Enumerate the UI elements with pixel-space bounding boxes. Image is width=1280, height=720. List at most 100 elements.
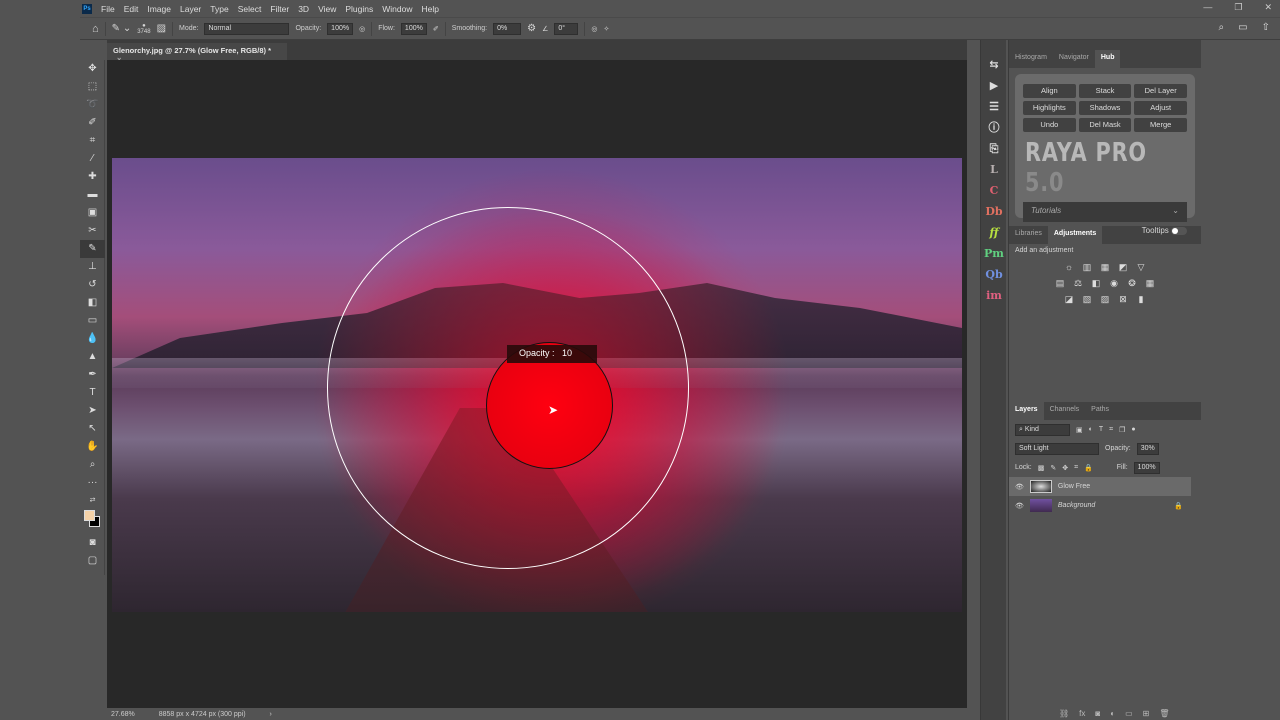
lock-artboard-icon[interactable]: ⌗: [1074, 464, 1078, 472]
menu-view[interactable]: View: [318, 4, 336, 14]
layer-name[interactable]: Glow Free: [1058, 483, 1090, 490]
add-mask-icon[interactable]: ◙: [1095, 709, 1100, 718]
shadows-button[interactable]: Shadows: [1078, 101, 1132, 115]
tab-libraries[interactable]: Libraries: [1009, 226, 1048, 244]
opacity-field[interactable]: 100%: [327, 22, 354, 35]
visibility-eye-icon[interactable]: 👁: [1015, 483, 1024, 491]
delete-layer-icon[interactable]: 🗑: [1159, 709, 1169, 718]
brush-preset-picker[interactable]: ● 3748: [137, 23, 150, 35]
filter-shape-icon[interactable]: ⌗: [1109, 426, 1113, 434]
stack-button[interactable]: Stack: [1078, 84, 1132, 98]
gradient-map-icon[interactable]: ▮: [1134, 294, 1148, 305]
dodge-tool-icon[interactable]: ▲: [80, 348, 105, 366]
brush-tool-icon[interactable]: ✎: [80, 240, 105, 258]
new-layer-icon[interactable]: ⊞: [1143, 709, 1150, 718]
scissors-icon[interactable]: ✂: [80, 222, 105, 240]
status-expand-icon[interactable]: ›: [270, 711, 272, 718]
layer-name[interactable]: Background: [1058, 502, 1168, 509]
quick-mask-icon[interactable]: ◙: [80, 534, 105, 552]
layer-row-glow-free[interactable]: 👁 Glow Free: [1009, 477, 1191, 496]
mode-select[interactable]: Normal: [204, 22, 290, 35]
type-tool-icon[interactable]: T: [80, 384, 105, 402]
filter-toggle-icon[interactable]: ●: [1131, 426, 1135, 433]
color-balance-icon[interactable]: ⚖: [1071, 278, 1085, 289]
lock-position-icon[interactable]: ✥: [1062, 464, 1068, 472]
quick-select-tool-icon[interactable]: ✐: [80, 114, 105, 132]
share-icon[interactable]: ⇧: [1262, 22, 1270, 33]
black-white-icon[interactable]: ◧: [1089, 278, 1103, 289]
search-icon[interactable]: ⌕: [1219, 22, 1225, 33]
threshold-icon[interactable]: ▨: [1098, 294, 1112, 305]
actions-play-icon[interactable]: ▶: [981, 75, 1007, 96]
undo-button[interactable]: Undo: [1023, 118, 1076, 132]
zoom-tool-icon[interactable]: ⌕: [80, 456, 105, 474]
blend-mode-select[interactable]: Soft Light: [1015, 442, 1099, 455]
document-tab[interactable]: Glenorchy.jpg @ 27.7% (Glow Free, RGB/8)…: [107, 43, 287, 64]
menu-select[interactable]: Select: [238, 4, 262, 14]
color-swatches[interactable]: [80, 510, 104, 534]
tab-hub[interactable]: Hub: [1094, 50, 1121, 68]
tab-navigator[interactable]: Navigator: [1053, 50, 1095, 68]
shape-tool-icon[interactable]: ↖: [80, 420, 105, 438]
vibrance-icon[interactable]: ▽: [1134, 262, 1148, 273]
crop-tool-icon[interactable]: ⌗: [80, 132, 105, 150]
brightness-icon[interactable]: ☼: [1062, 262, 1076, 273]
close-icon[interactable]: ✕: [1264, 2, 1272, 13]
visibility-eye-icon[interactable]: 👁: [1015, 502, 1024, 510]
photo-filter-icon[interactable]: ◉: [1107, 278, 1121, 289]
menu-edit[interactable]: Edit: [124, 4, 139, 14]
gear-icon[interactable]: ⚙: [527, 23, 536, 34]
invert-icon[interactable]: ◪: [1062, 294, 1076, 305]
menu-image[interactable]: Image: [147, 4, 171, 14]
layer-opacity-field[interactable]: 30%: [1136, 442, 1159, 455]
filter-smart-icon[interactable]: ❐: [1119, 426, 1125, 434]
marquee-tool-icon[interactable]: ⬚: [80, 78, 105, 96]
eraser-tool-icon[interactable]: ◧: [80, 294, 105, 312]
layer-row-background[interactable]: 👁 Background 🔒: [1009, 496, 1191, 515]
color-lookup-icon[interactable]: ▦: [1143, 278, 1157, 289]
plugin-pm-icon[interactable]: Pm: [981, 243, 1007, 264]
history-icon[interactable]: ⇆: [981, 54, 1007, 75]
gradient-tool-icon[interactable]: ▭: [80, 312, 105, 330]
channel-mixer-icon[interactable]: ❂: [1125, 278, 1139, 289]
home-icon[interactable]: ⌂: [92, 23, 99, 35]
pressure-size-icon[interactable]: ◎: [591, 25, 597, 33]
layer-kind-filter[interactable]: ⌕ Kind: [1015, 423, 1070, 436]
angle-field[interactable]: 0°: [554, 22, 579, 35]
tab-histogram[interactable]: Histogram: [1009, 50, 1053, 68]
object-select-icon[interactable]: ▣: [80, 204, 105, 222]
merge-button[interactable]: Merge: [1134, 118, 1187, 132]
move-tool-icon[interactable]: ✥: [80, 60, 105, 78]
menu-help[interactable]: Help: [421, 4, 438, 14]
symmetry-icon[interactable]: ✧: [603, 25, 609, 33]
minimize-icon[interactable]: —: [1203, 2, 1212, 13]
airbrush-icon[interactable]: ✐: [433, 25, 439, 33]
restore-icon[interactable]: ❐: [1234, 2, 1242, 13]
selective-color-icon[interactable]: ⊠: [1116, 294, 1130, 305]
pressure-opacity-icon[interactable]: ◎: [359, 25, 365, 33]
swap-colors-icon[interactable]: ⇄: [80, 492, 105, 510]
tab-channels[interactable]: Channels: [1044, 402, 1086, 420]
zoom-level[interactable]: 27.68%: [111, 711, 135, 718]
brush-tool-icon[interactable]: ✎ ⌄: [112, 23, 132, 34]
hand-tool-icon[interactable]: ✋: [80, 438, 105, 456]
plugin-im-icon[interactable]: im: [981, 285, 1007, 306]
new-group-icon[interactable]: ▭: [1125, 709, 1133, 718]
filter-adjustment-icon[interactable]: ◐: [1089, 426, 1093, 433]
filter-type-icon[interactable]: T: [1099, 426, 1103, 433]
lock-all-icon[interactable]: 🔒: [1084, 464, 1093, 472]
menu-layer[interactable]: Layer: [180, 4, 201, 14]
tab-layers[interactable]: Layers: [1009, 402, 1044, 420]
link-layers-icon[interactable]: ⛓: [1059, 709, 1069, 718]
lock-transparent-icon[interactable]: ▩: [1038, 464, 1045, 472]
del-layer-button[interactable]: Del Layer: [1134, 84, 1187, 98]
plugin-db-icon[interactable]: Db: [981, 201, 1007, 222]
canvas-area[interactable]: Opacity : 10 ➤: [107, 60, 967, 708]
more-tools-icon[interactable]: ···: [80, 474, 105, 492]
history-brush-icon[interactable]: ↺: [80, 276, 105, 294]
highlights-button[interactable]: Highlights: [1023, 101, 1076, 115]
stamp-panel-icon[interactable]: ⎘: [981, 138, 1007, 159]
filter-pixel-icon[interactable]: ▣: [1076, 426, 1083, 434]
exposure-icon[interactable]: ◩: [1116, 262, 1130, 273]
flow-field[interactable]: 100%: [400, 22, 427, 35]
